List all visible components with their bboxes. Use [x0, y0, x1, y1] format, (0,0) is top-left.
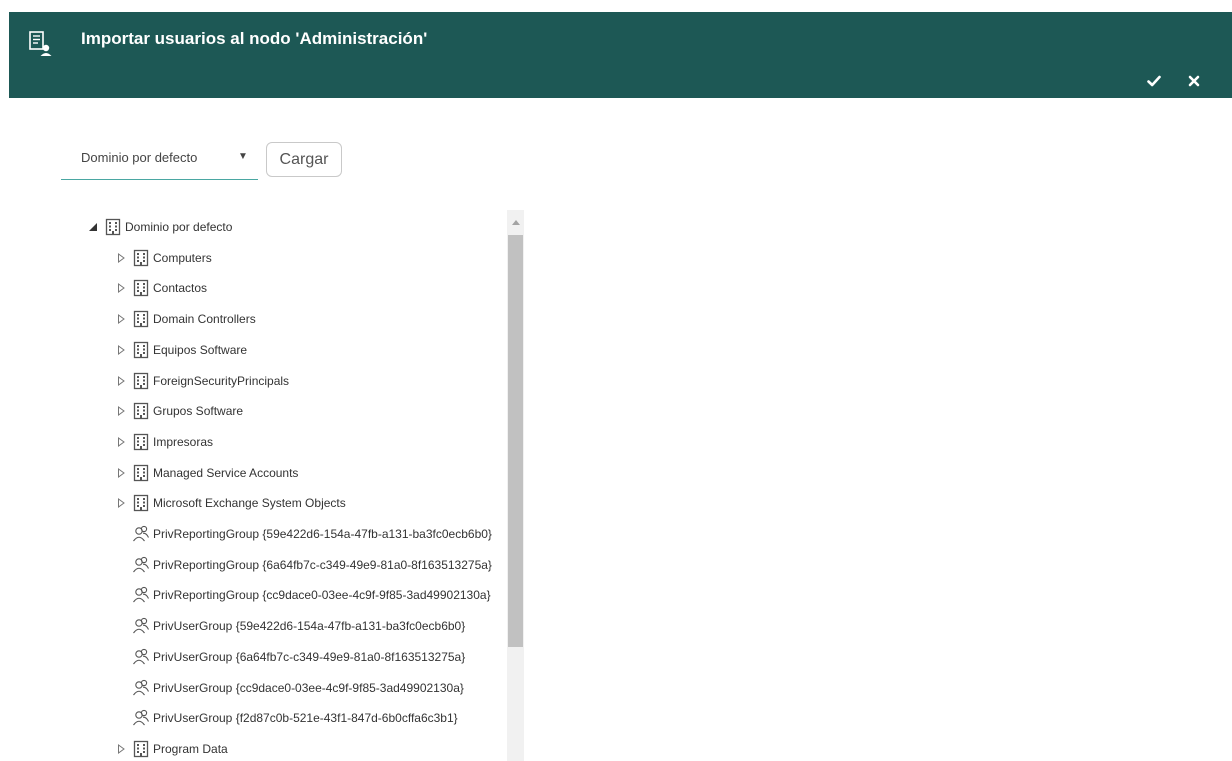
building-icon — [132, 402, 150, 420]
tree-item[interactable]: PrivUserGroup {cc9dace0-03ee-4c9f-9f85-3… — [80, 673, 510, 703]
confirm-button[interactable] — [1143, 70, 1165, 92]
tree-item-label: Grupos Software — [153, 404, 244, 419]
close-icon — [1188, 75, 1200, 87]
tree-item-label: PrivUserGroup {f2d87c0b-521e-43f1-847d-6… — [153, 711, 458, 726]
tree-root[interactable]: Dominio por defecto — [80, 212, 510, 242]
checkmark-icon — [1147, 75, 1161, 87]
expand-arrow-icon[interactable] — [115, 344, 127, 356]
tree-item-label: Dominio por defecto — [125, 220, 233, 234]
building-icon — [132, 433, 150, 451]
tree-item-label: Contactos — [153, 281, 208, 296]
tree-item[interactable]: PrivUserGroup {6a64fb7c-c349-49e9-81a0-8… — [80, 642, 510, 672]
group-icon — [132, 556, 150, 574]
tree-item[interactable]: Domain Controllers — [80, 304, 510, 334]
building-icon — [132, 464, 150, 482]
building-icon — [132, 279, 150, 297]
group-icon — [132, 709, 150, 727]
tree-item[interactable]: Managed Service Accounts — [80, 458, 510, 488]
user-directory-icon — [29, 31, 53, 57]
directory-tree: Dominio por defecto Computers Contactos Dom… — [80, 210, 524, 761]
tree-item[interactable]: PrivReportingGroup {59e422d6-154a-47fb-a… — [80, 519, 510, 549]
dropdown-arrow-icon: ▼ — [238, 151, 248, 162]
tree-item[interactable]: PrivUserGroup {59e422d6-154a-47fb-a131-b… — [80, 611, 510, 641]
expand-arrow-icon[interactable] — [115, 405, 127, 417]
scroll-thumb[interactable] — [508, 235, 523, 647]
tree-item-label: Microsoft Exchange System Objects — [153, 496, 346, 511]
building-icon — [132, 494, 150, 512]
tree-item[interactable]: PrivReportingGroup {cc9dace0-03ee-4c9f-9… — [80, 580, 510, 610]
expand-arrow-icon[interactable] — [115, 252, 127, 264]
tree-item[interactable]: PrivReportingGroup {6a64fb7c-c349-49e9-8… — [80, 550, 510, 580]
tree-item-label: PrivReportingGroup {59e422d6-154a-47fb-a… — [153, 527, 492, 541]
tree-scrollbar[interactable] — [507, 210, 524, 761]
expand-arrow-icon[interactable] — [115, 282, 127, 294]
group-icon — [132, 586, 150, 604]
tree-item[interactable]: Microsoft Exchange System Objects — [80, 488, 510, 518]
group-icon — [132, 679, 150, 697]
scroll-up-arrow-icon — [511, 219, 520, 225]
tree-item-label: ForeignSecurityPrincipals — [153, 373, 290, 388]
expand-arrow-icon[interactable] — [115, 375, 127, 387]
domain-select-value: Dominio por defecto — [81, 150, 198, 165]
tree-item[interactable]: Contactos — [80, 273, 510, 303]
tree-item[interactable]: Equipos Software — [80, 335, 510, 365]
scroll-up-button[interactable] — [507, 210, 524, 234]
tree-item-label: PrivUserGroup {59e422d6-154a-47fb-a131-b… — [153, 619, 466, 634]
tree-item-label: Computers — [153, 250, 212, 265]
tree-item-label: PrivUserGroup {6a64fb7c-c349-49e9-81a0-8… — [153, 649, 466, 664]
expand-arrow-icon[interactable] — [115, 436, 127, 448]
building-icon — [104, 218, 122, 236]
tree-item[interactable]: Computers — [80, 243, 510, 273]
tree-item-label: PrivUserGroup {cc9dace0-03ee-4c9f-9f85-3… — [153, 680, 464, 695]
group-icon — [132, 648, 150, 666]
building-icon — [132, 310, 150, 328]
domain-select[interactable]: Dominio por defecto ▼ — [61, 140, 258, 180]
building-icon — [132, 740, 150, 758]
load-button[interactable]: Cargar — [266, 142, 342, 177]
tree-item-label: Domain Controllers — [153, 312, 256, 327]
tree-item-label: PrivReportingGroup {6a64fb7c-c349-49e9-8… — [153, 557, 492, 572]
expand-arrow-icon[interactable] — [115, 497, 127, 509]
group-icon — [132, 617, 150, 635]
collapse-arrow-icon[interactable] — [87, 221, 99, 233]
dialog-title: Importar usuarios al nodo 'Administració… — [81, 29, 428, 48]
tree-item-label: Equipos Software — [153, 342, 248, 357]
close-button[interactable] — [1183, 70, 1205, 92]
tree-item[interactable]: ForeignSecurityPrincipals — [80, 366, 510, 396]
tree-item[interactable]: Grupos Software — [80, 396, 510, 426]
group-icon — [132, 525, 150, 543]
tree-item-label: Program Data — [153, 741, 228, 756]
tree-item[interactable]: Impresoras — [80, 427, 510, 457]
expand-arrow-icon[interactable] — [115, 743, 127, 755]
dialog-header: Importar usuarios al nodo 'Administració… — [9, 12, 1232, 98]
tree-item-label: PrivReportingGroup {cc9dace0-03ee-4c9f-9… — [153, 588, 491, 603]
building-icon — [132, 249, 150, 267]
tree-item-label: Impresoras — [153, 434, 214, 449]
expand-arrow-icon[interactable] — [115, 313, 127, 325]
building-icon — [132, 341, 150, 359]
tree-item[interactable]: PrivUserGroup {f2d87c0b-521e-43f1-847d-6… — [80, 703, 510, 733]
tree-item[interactable]: Program Data — [80, 734, 510, 761]
expand-arrow-icon[interactable] — [115, 467, 127, 479]
tree-item-label: Managed Service Accounts — [153, 465, 299, 480]
building-icon — [132, 372, 150, 390]
